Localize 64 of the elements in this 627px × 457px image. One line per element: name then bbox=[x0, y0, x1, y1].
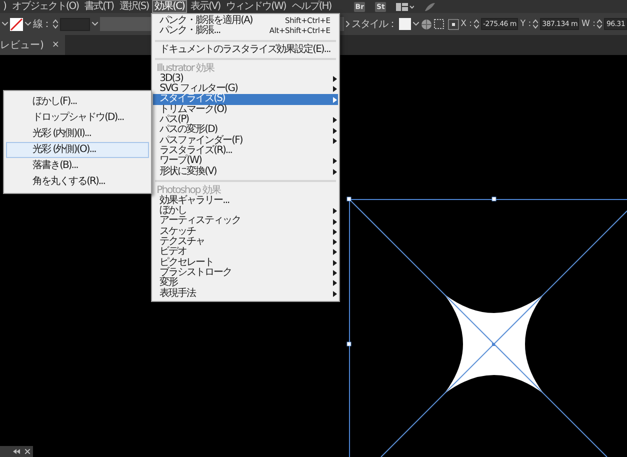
double-arrow-left-icon[interactable] bbox=[13, 449, 20, 454]
menu-title[interactable]: オブジェクト(O) bbox=[8, 0, 82, 13]
spinner-icon[interactable] bbox=[533, 19, 538, 29]
menu-item[interactable]: 形状に変換(V) bbox=[152, 166, 338, 177]
menu-item[interactable]: スケッチ bbox=[152, 226, 338, 238]
close-button[interactable]: × bbox=[52, 40, 60, 50]
caret-icon[interactable] bbox=[25, 22, 31, 26]
section-header: Illustrator 効果 bbox=[156, 62, 216, 74]
menu-item[interactable]: アーティスティック bbox=[152, 216, 338, 227]
chevron-right-icon[interactable] bbox=[346, 21, 350, 27]
center-point bbox=[492, 343, 495, 346]
menu-title[interactable]: 表示(V) bbox=[187, 0, 224, 13]
caret-icon[interactable] bbox=[92, 22, 98, 26]
reference-point-icon[interactable] bbox=[448, 18, 459, 30]
menu-item[interactable]: ピクセレート bbox=[152, 258, 338, 268]
coordinate-label: Y : bbox=[520, 19, 532, 29]
menu-item[interactable]: パスファインダー(F) bbox=[152, 136, 338, 146]
menu-item[interactable]: 効果ギャラリー... bbox=[152, 196, 338, 206]
menu-item[interactable]: ビデオ bbox=[152, 247, 338, 258]
menu-title[interactable]: ) bbox=[0, 0, 9, 13]
stroke-swatch-icon[interactable] bbox=[10, 18, 23, 30]
dotted-rectangle-icon[interactable] bbox=[434, 19, 446, 29]
feather-icon[interactable] bbox=[424, 2, 436, 12]
submenu-item[interactable]: 光彩 (外側)(O)... bbox=[6, 142, 149, 158]
menu-item[interactable]: ぼかし bbox=[152, 206, 338, 216]
menu-title[interactable]: 効果(C) bbox=[152, 0, 188, 13]
menu-item[interactable]: SVG フィルター(G) bbox=[152, 84, 338, 94]
menu-item[interactable]: 3D(3) bbox=[152, 74, 338, 84]
submenu-item[interactable]: 光彩 (内側)(I)... bbox=[6, 126, 149, 142]
style-label: スタイル： bbox=[352, 18, 397, 31]
caret-icon[interactable] bbox=[412, 22, 419, 26]
submenu-item[interactable]: ドロップシャドウ(D)... bbox=[6, 110, 149, 126]
coordinate-label: X : bbox=[460, 19, 472, 29]
menu-item[interactable]: トリムマーク(O) bbox=[152, 104, 338, 116]
menu-item[interactable]: スタイライズ(S) bbox=[152, 94, 338, 105]
menu-item[interactable]: 変形 bbox=[152, 278, 338, 289]
stroke-label: 線： bbox=[33, 18, 51, 31]
selection-handle[interactable] bbox=[346, 196, 352, 202]
spinner-icon[interactable] bbox=[474, 19, 480, 29]
spinner-icon[interactable] bbox=[53, 19, 58, 29]
submenu-item[interactable]: 角を丸くする(R)... bbox=[6, 174, 149, 190]
menu-item[interactable]: パスの変形(D) bbox=[152, 125, 338, 136]
coordinate-label: W : bbox=[581, 19, 596, 29]
menu-title[interactable]: ウィンドウ(W) bbox=[223, 0, 289, 13]
layout-icon[interactable] bbox=[396, 2, 414, 10]
document-tab[interactable]: レビュー) × bbox=[0, 35, 66, 55]
menu-title[interactable]: ヘルプ(H) bbox=[288, 0, 334, 13]
globe-icon[interactable] bbox=[420, 18, 432, 30]
menu-title[interactable]: 書式(T) bbox=[82, 0, 117, 13]
submenu-item[interactable]: ぼかし(F)... bbox=[6, 94, 149, 110]
selection-handle[interactable] bbox=[492, 196, 496, 202]
stroke-width-field[interactable] bbox=[60, 18, 90, 30]
menu-item[interactable]: 表現手法 bbox=[152, 288, 338, 299]
section-header: Photoshop 効果 bbox=[156, 184, 222, 196]
close-icon[interactable] bbox=[25, 449, 30, 454]
caret-icon[interactable] bbox=[2, 22, 8, 26]
menu-item[interactable]: テクスチャ bbox=[152, 237, 338, 248]
menu-item[interactable]: ワープ(W) bbox=[152, 156, 338, 167]
menu-item[interactable]: ドキュメントのラスタライズ効果設定(E)... bbox=[152, 44, 338, 55]
style-swatch[interactable] bbox=[398, 18, 411, 30]
menu-title[interactable]: 選択(S) bbox=[116, 0, 152, 13]
spinner-icon[interactable] bbox=[597, 19, 602, 29]
submenu-item[interactable]: 落書き(B)... bbox=[6, 158, 149, 174]
selection-handle[interactable] bbox=[346, 342, 352, 346]
